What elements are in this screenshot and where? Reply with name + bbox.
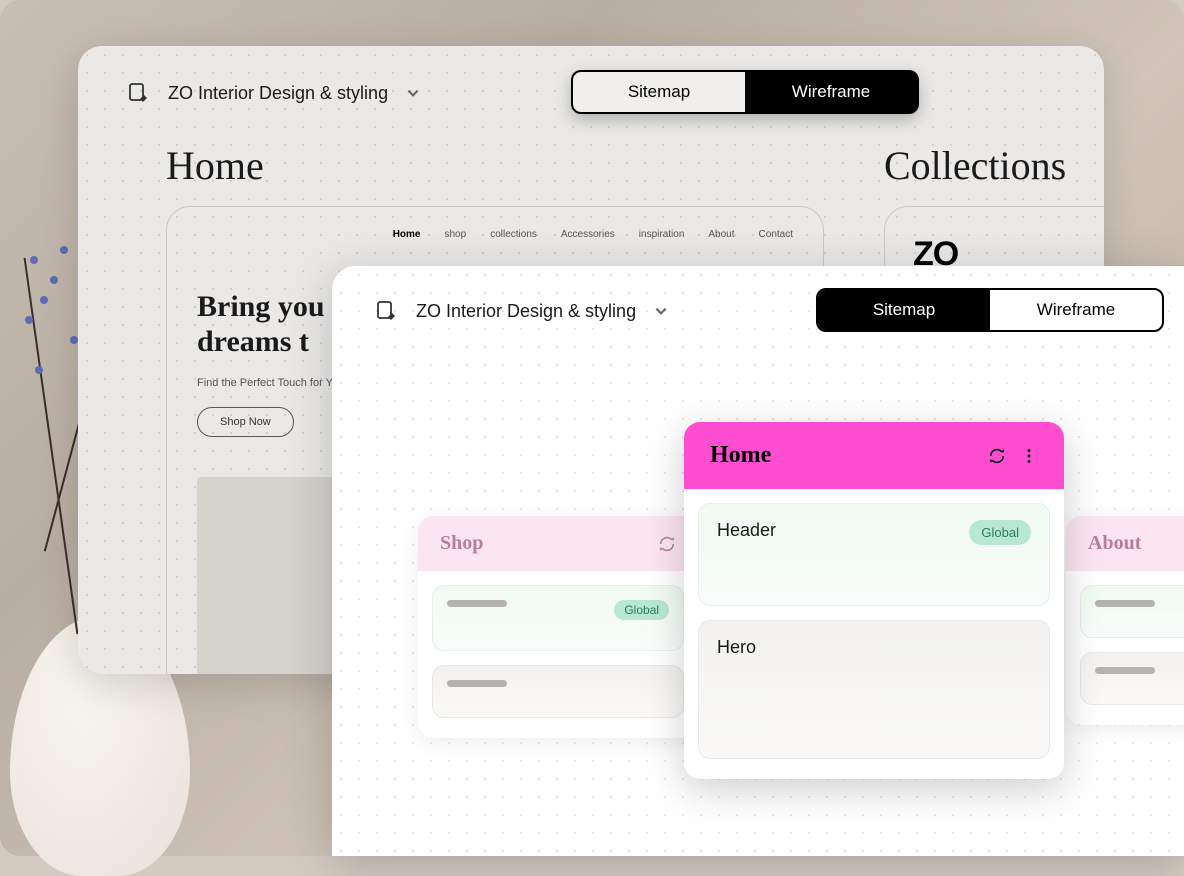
tab-sitemap-front[interactable]: Sitemap — [818, 290, 990, 330]
skeleton-bar — [447, 600, 507, 607]
refresh-icon[interactable] — [658, 535, 676, 553]
section-block[interactable]: Global — [432, 585, 684, 651]
card-title: Shop — [440, 532, 483, 555]
view-toggle-back: Sitemap Wireframe — [571, 70, 919, 114]
global-badge: Global — [969, 520, 1031, 545]
card-header-about: About — [1066, 516, 1184, 571]
skeleton-bar — [447, 680, 507, 687]
card-header-home: Home — [684, 422, 1064, 489]
chevron-down-icon — [654, 304, 668, 318]
document-icon — [126, 80, 150, 106]
section-hero[interactable]: Hero — [698, 620, 1050, 759]
section-label: Hero — [717, 637, 756, 658]
view-toggle-front: Sitemap Wireframe — [816, 288, 1164, 332]
project-name-front: ZO Interior Design & styling — [416, 301, 636, 322]
section-block[interactable] — [1080, 652, 1184, 705]
tab-wireframe-front[interactable]: Wireframe — [990, 290, 1162, 330]
document-icon — [374, 298, 398, 324]
skeleton-bar — [1095, 667, 1155, 674]
more-icon[interactable] — [1020, 447, 1038, 465]
project-selector[interactable]: ZO Interior Design & styling — [126, 80, 420, 106]
sitemap-card-shop[interactable]: Shop Global — [418, 516, 698, 738]
skeleton-bar — [1095, 600, 1155, 607]
sitemap-panel: ZO Interior Design & styling Sitemap Wir… — [332, 266, 1184, 856]
card-header-shop: Shop — [418, 516, 698, 571]
sitemap-card-home[interactable]: Home Header Global Hero — [684, 422, 1064, 779]
project-name: ZO Interior Design & styling — [168, 83, 388, 104]
card-title: Home — [710, 442, 771, 469]
tab-wireframe[interactable]: Wireframe — [745, 72, 917, 112]
section-block[interactable] — [1080, 585, 1184, 638]
chevron-down-icon — [406, 86, 420, 100]
preview-nav: Home shop collections Accessories inspir… — [197, 229, 793, 240]
project-selector-front[interactable]: ZO Interior Design & styling — [374, 298, 668, 324]
global-badge: Global — [614, 600, 669, 620]
card-title: About — [1088, 532, 1141, 555]
page-title-home: Home — [166, 142, 264, 189]
section-header[interactable]: Header Global — [698, 503, 1050, 606]
refresh-icon[interactable] — [988, 447, 1006, 465]
sitemap-card-about[interactable]: About — [1066, 516, 1184, 725]
section-block[interactable] — [432, 665, 684, 718]
section-label: Header — [717, 520, 776, 541]
page-title-collections: Collections — [884, 142, 1066, 189]
tab-sitemap[interactable]: Sitemap — [573, 72, 745, 112]
shop-now-button[interactable]: Shop Now — [197, 407, 294, 437]
